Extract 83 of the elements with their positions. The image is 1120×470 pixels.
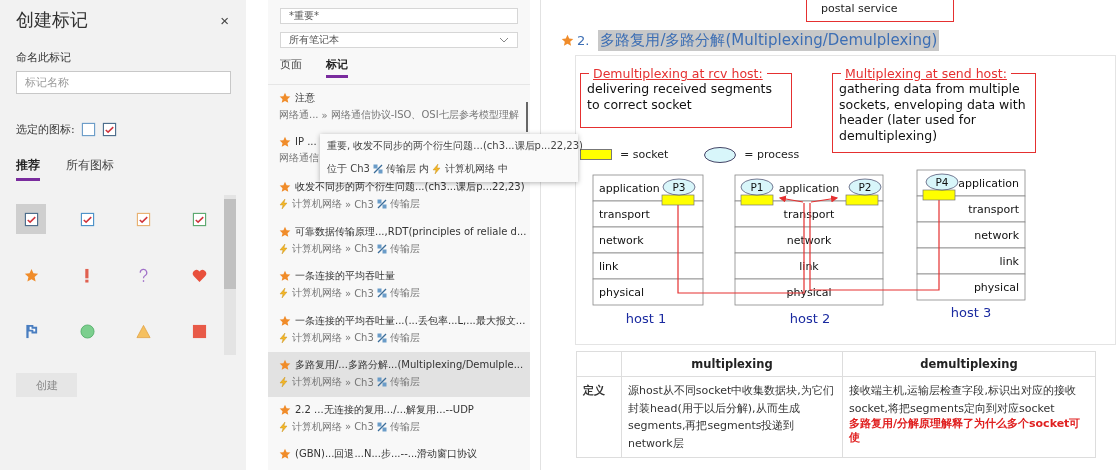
field-label: 命名此标记 bbox=[16, 50, 72, 65]
path-text: 传输层 bbox=[389, 419, 420, 434]
process-label: P2 bbox=[858, 180, 872, 193]
layer-label: network bbox=[974, 228, 1019, 242]
layer-label: physical bbox=[786, 285, 832, 299]
table-cell-text: 源host从不同socket中收集数据块,为它们封装head(用于以后分解),从而生成segments,再把segments投递到network层 bbox=[628, 383, 835, 452]
result-title: IP ... bbox=[295, 136, 317, 147]
table-cell-text: 接收端主机,运输层检查字段,标识出对应的接收socket,将把segments定向到对应socket bbox=[849, 383, 1077, 417]
list-number: 2. bbox=[577, 33, 590, 48]
path-text: 计算机网络 bbox=[292, 241, 342, 256]
panel-title: 创建标记 bbox=[16, 8, 88, 32]
host-label: host 3 bbox=[950, 304, 992, 320]
box-text: delivering received segments to correct socket bbox=[587, 81, 774, 113]
host-label: host 1 bbox=[625, 310, 667, 326]
table-header: multiplexing bbox=[621, 351, 843, 377]
row-label: 定义 bbox=[576, 376, 622, 458]
table-note: 多路复用/分解原理解释了为什么多个socket可使 bbox=[849, 417, 1082, 446]
field-label: 选定的图标: bbox=[16, 122, 75, 137]
path-separator: » bbox=[345, 421, 352, 432]
result-title: 2.2 ...无连接的复用.../...解复用...--UDP bbox=[295, 402, 474, 417]
tooltip-title: 重要, 收发不同步的两个衍生问题...(ch3...课后p...22,23) bbox=[327, 139, 583, 153]
process-label: P4 bbox=[935, 175, 949, 188]
path-text: Ch3 bbox=[354, 421, 374, 432]
result-title: 收发不同步的两个衍生问题...(ch3...课后p...22,23) bbox=[295, 180, 525, 194]
path-text: Ch3 bbox=[354, 243, 374, 254]
box-text: gathering data from multiple sockets, enveloping data with header (later used for demultiplexing) bbox=[839, 81, 1027, 144]
path-separator: » bbox=[345, 287, 352, 299]
path-text: 传输层 bbox=[389, 286, 420, 300]
legend-label: = socket bbox=[620, 148, 669, 161]
path-separator: » bbox=[345, 243, 352, 254]
slide-text: postal service bbox=[821, 2, 898, 15]
layer-label: link bbox=[599, 259, 619, 273]
layer-label: link bbox=[799, 259, 819, 273]
layer-label: transport bbox=[968, 202, 1019, 216]
location-text: 中 bbox=[497, 162, 508, 176]
path-text: Ch3 bbox=[354, 332, 374, 343]
path-text: 计算机网络 bbox=[292, 330, 342, 345]
result-title: (GBN)...回退...N...步...--...滑动窗口协议 bbox=[295, 447, 478, 461]
result-title: 一条连接的平均吞吐量...(...丢包率...L,...最大报文... bbox=[295, 313, 526, 328]
location-text: 位于 Ch3 bbox=[327, 162, 370, 176]
path-text: 网络通信 bbox=[279, 150, 319, 165]
path-text: 传输层 bbox=[389, 375, 420, 389]
path-text: 网络通信协议-ISO、OSI七层参考模型理解 bbox=[330, 108, 519, 122]
result-title: 可靠数据传输原理...,RDT(principles of reliale d... bbox=[295, 224, 527, 239]
box-title: Demultiplexing at rcv host: bbox=[592, 66, 764, 81]
layer-label: application bbox=[958, 176, 1019, 190]
layer-label: network bbox=[599, 233, 644, 247]
process-label: P3 bbox=[672, 180, 686, 193]
path-separator: » bbox=[345, 376, 352, 388]
path-text: 计算机网络 bbox=[292, 419, 342, 434]
result-title: 多路复用/...多路分解...(Multiplexing/Demulple... bbox=[295, 358, 524, 372]
host-label: host 2 bbox=[789, 310, 831, 326]
path-text: 网络通... bbox=[279, 108, 319, 122]
table-header: demultiplexing bbox=[842, 351, 1096, 377]
layer-label: transport bbox=[783, 207, 835, 221]
layer-label: transport bbox=[599, 207, 650, 221]
legend-label: = process bbox=[744, 148, 800, 161]
box-title: Multiplexing at send host: bbox=[844, 66, 1008, 81]
path-separator: » bbox=[345, 198, 352, 210]
process-label: P1 bbox=[750, 180, 764, 193]
result-title: 一条连接的平均吞吐量 bbox=[295, 269, 395, 283]
location-text: 传输层 bbox=[385, 162, 416, 176]
path-text: 计算机网络 bbox=[292, 286, 342, 300]
path-text: Ch3 bbox=[354, 376, 374, 388]
location-text: 内 bbox=[418, 162, 429, 176]
path-text: 计算机网络 bbox=[292, 197, 342, 211]
path-separator: » bbox=[345, 332, 352, 343]
section-heading: 多路复用/多路分解(Multiplexing/Demulplexing) bbox=[598, 30, 940, 51]
result-title: 注意 bbox=[295, 91, 315, 105]
location-text: 计算机网络 bbox=[444, 162, 495, 176]
layer-label: network bbox=[786, 233, 832, 247]
path-text: Ch3 bbox=[354, 198, 374, 210]
layer-label: application bbox=[778, 181, 840, 195]
path-text: 计算机网络 bbox=[292, 375, 342, 389]
layer-label: link bbox=[999, 254, 1019, 268]
path-text: 传输层 bbox=[389, 330, 420, 345]
layer-label: physical bbox=[599, 285, 645, 299]
layer-label: physical bbox=[973, 280, 1019, 294]
path-separator: » bbox=[321, 109, 328, 121]
path-text: Ch3 bbox=[354, 287, 374, 299]
layer-label: application bbox=[599, 181, 660, 195]
path-text: 传输层 bbox=[389, 197, 420, 211]
path-text: 传输层 bbox=[389, 241, 420, 256]
